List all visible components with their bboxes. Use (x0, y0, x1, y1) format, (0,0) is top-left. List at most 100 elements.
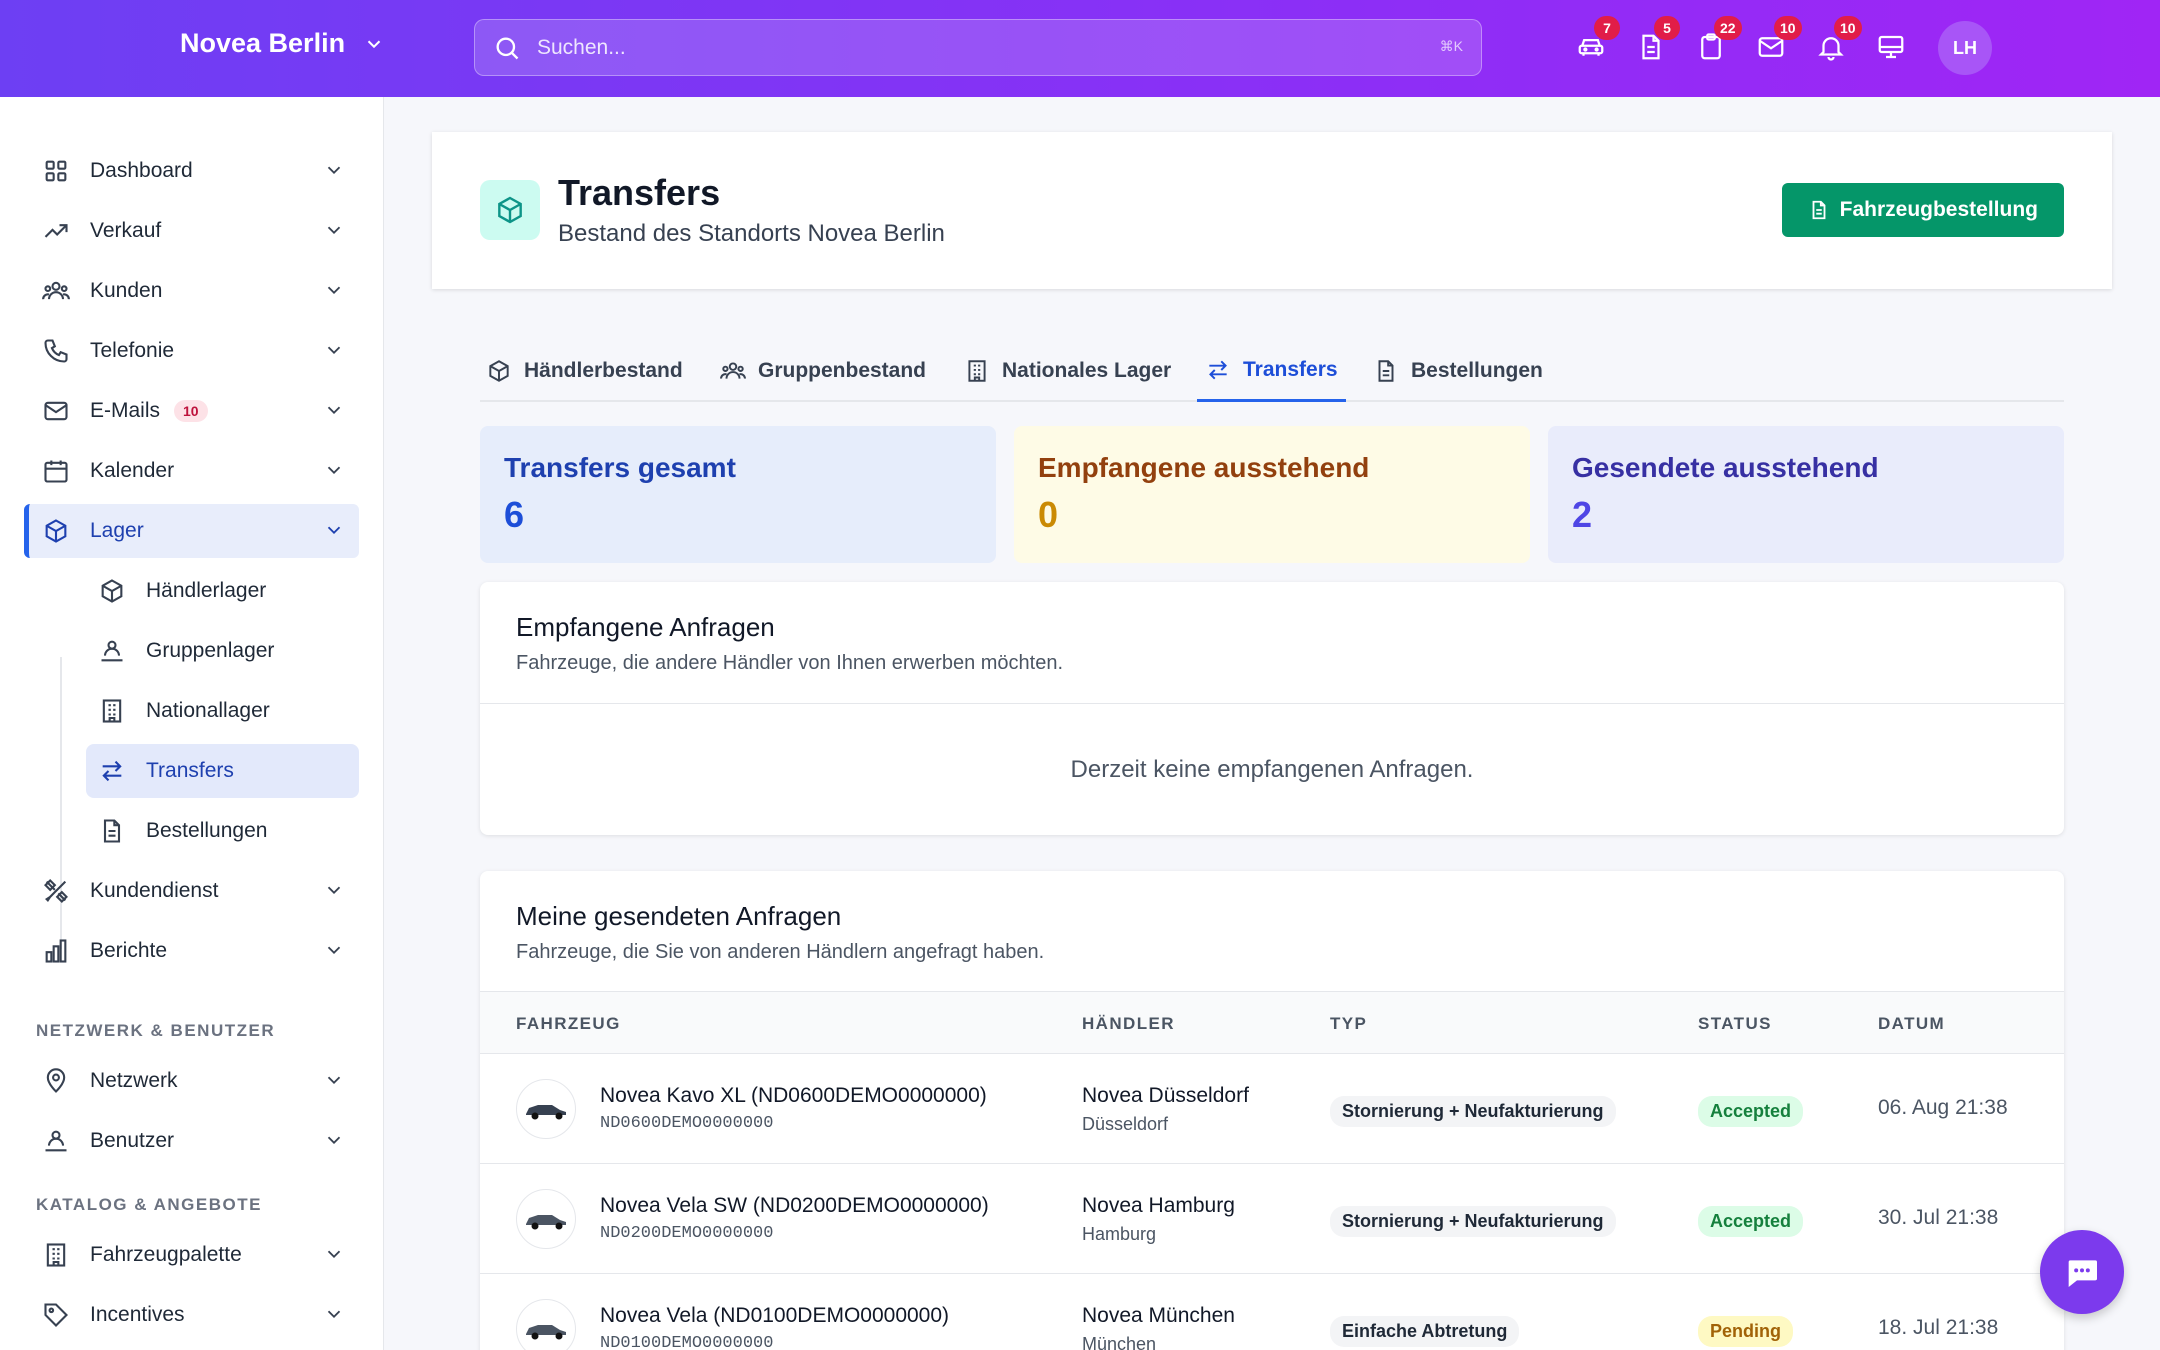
phone-icon (42, 337, 70, 365)
column-header: DATUM (1878, 1014, 1946, 1033)
empty-state: Derzeit keine empfangenen Anfragen. (1070, 756, 1474, 783)
sidebar-item-berichte[interactable]: Berichte (24, 924, 359, 978)
chat-button[interactable] (2040, 1230, 2124, 1314)
vehicles-badge: 7 (1594, 16, 1620, 40)
request-date: 30. Jul 21:38 (1878, 1206, 1999, 1229)
documents-badge: 5 (1654, 16, 1680, 40)
tag-icon (42, 1301, 70, 1329)
sidebar-item-dashboard[interactable]: Dashboard (24, 144, 359, 198)
card-title: Empfangene Anfragen (516, 612, 775, 642)
table-header: FAHRZEUG HÄNDLER TYP STATUS DATUM (480, 991, 2064, 1053)
sent-requests-card: Meine gesendeten Anfragen Fahrzeuge, die… (480, 871, 2064, 1350)
sidebar-item-fahrzeugpalette[interactable]: Fahrzeugpalette (24, 1228, 359, 1282)
submenu-item-nationallager[interactable]: Nationallager (86, 684, 359, 738)
sidebar-item-label: Berichte (90, 939, 168, 962)
search-input[interactable]: Suchen... (537, 36, 626, 60)
type-badge: Stornierung + Neufakturierung (1330, 1206, 1616, 1237)
chevron-down-icon (327, 946, 341, 955)
tasks-button[interactable]: 22 (1696, 16, 1742, 64)
sidebar-item-verkauf[interactable]: Verkauf (24, 204, 359, 258)
submenu-item-label: Bestellungen (146, 819, 268, 842)
sidebar-item-label: Kunden (90, 279, 163, 302)
sidebar: Dashboard Verkauf Kunden Telefonie E-Mai… (0, 97, 384, 1350)
sidebar-item-benutzer[interactable]: Benutzer (24, 1114, 359, 1168)
tab-label: Gruppenbestand (758, 359, 927, 382)
dealer-name: Novea Hamburg (1082, 1194, 1235, 1217)
arrows-icon (1209, 360, 1227, 379)
mail-button[interactable]: 10 (1756, 16, 1802, 64)
box-icon (98, 577, 126, 605)
sidebar-item-kalender[interactable]: Kalender (24, 444, 359, 498)
trending-up-icon (42, 217, 70, 245)
submenu-item-haendlerlager[interactable]: Händlerlager (86, 564, 359, 618)
sidebar-item-label: Incentives (90, 1303, 185, 1326)
sidebar-item-telefonie[interactable]: Telefonie (24, 324, 359, 378)
tab-bestellungen[interactable]: Bestellungen (1373, 340, 1543, 402)
sidebar-item-label: Netzwerk (90, 1069, 178, 1092)
stat-sent-pending: Gesendete ausstehend 2 (1548, 426, 2064, 563)
chevron-down-icon (327, 1250, 341, 1259)
documents-button[interactable]: 5 (1636, 16, 1680, 64)
arrows-icon (98, 757, 126, 785)
location-switcher[interactable]: Novea Berlin (180, 28, 385, 59)
submenu-item-label: Händlerlager (146, 579, 267, 602)
chevron-down-icon (327, 166, 341, 175)
submenu-item-label: Nationallager (146, 699, 270, 722)
sidebar-item-label: E-Mails (90, 399, 161, 422)
chevron-down-icon (327, 1076, 341, 1085)
box-icon (480, 180, 540, 240)
car-thumbnail (516, 1079, 576, 1139)
vehicle-name: Novea Vela (ND0100DEMO0000000) (600, 1304, 950, 1327)
tools-icon (42, 877, 70, 905)
chevron-down-icon (327, 1310, 341, 1319)
submenu-item-transfers[interactable]: Transfers (86, 744, 359, 798)
vehicles-button[interactable]: 7 (1576, 16, 1620, 64)
stat-label: Gesendete ausstehend (1572, 452, 1879, 483)
table-row[interactable]: Novea Vela (ND0100DEMO0000000) ND0100DEM… (480, 1273, 2064, 1350)
calendar-icon (42, 457, 70, 485)
chevron-down-icon (327, 346, 341, 355)
page-title: Transfers (558, 172, 721, 213)
submenu-item-gruppenlager[interactable]: Gruppenlager (86, 624, 359, 678)
sidebar-item-lager[interactable]: Lager (24, 504, 359, 558)
card-subtitle: Fahrzeuge, die andere Händler von Ihnen … (516, 652, 1064, 674)
display-button[interactable] (1876, 32, 1908, 64)
document-icon (98, 817, 126, 845)
notifications-badge: 10 (1834, 16, 1862, 40)
stat-label: Transfers gesamt (504, 452, 736, 483)
building-icon (42, 1241, 70, 1269)
submenu-item-bestellungen[interactable]: Bestellungen (86, 804, 359, 858)
sidebar-item-kundendienst[interactable]: Kundendienst (24, 864, 359, 918)
vehicle-order-button[interactable]: Fahrzeugbestellung (1781, 183, 2064, 237)
divider (480, 703, 2064, 704)
search-bar[interactable]: Suchen... ⌘K (474, 19, 1482, 76)
dealer-city: Düsseldorf (1082, 1114, 1169, 1134)
tab-gruppenbestand[interactable]: Gruppenbestand (720, 340, 926, 402)
sidebar-item-kunden[interactable]: Kunden (24, 264, 359, 318)
submenu-item-label: Gruppenlager (146, 639, 275, 662)
stat-transfers-total: Transfers gesamt 6 (480, 426, 996, 563)
avatar[interactable]: LH (1938, 21, 1992, 75)
mail-badge: 10 (1774, 16, 1802, 40)
table-row[interactable]: Novea Vela SW (ND0200DEMO0000000) ND0200… (480, 1163, 2064, 1273)
notifications-button[interactable]: 10 (1816, 16, 1862, 64)
tab-nationales-lager[interactable]: Nationales Lager (964, 340, 1171, 402)
sidebar-item-incentives[interactable]: Incentives (24, 1288, 359, 1342)
tab-haendlerbestand[interactable]: Händlerbestand (486, 340, 683, 402)
column-header: HÄNDLER (1082, 1014, 1175, 1033)
vehicle-order-label: Fahrzeugbestellung (1839, 198, 2038, 221)
dealer-city: München (1082, 1334, 1157, 1350)
sidebar-item-label: Verkauf (90, 219, 162, 242)
sidebar-item-label: Lager (90, 519, 144, 542)
sidebar-item-label: Telefonie (90, 339, 175, 362)
vehicle-name: Novea Vela SW (ND0200DEMO0000000) (600, 1194, 989, 1217)
sidebar-item-netzwerk[interactable]: Netzwerk (24, 1054, 359, 1108)
sidebar-item-emails[interactable]: E-Mails 10 (24, 384, 359, 438)
chevron-down-icon (327, 466, 341, 475)
received-requests-card: Empfangene Anfragen Fahrzeuge, die ander… (480, 582, 2064, 835)
location-name: Novea Berlin (180, 28, 346, 58)
tab-label: Händlerbestand (524, 359, 683, 382)
chart-icon (42, 937, 70, 965)
tab-transfers[interactable]: Transfers (1197, 340, 1346, 402)
table-row[interactable]: Novea Kavo XL (ND0600DEMO0000000) ND0600… (480, 1053, 2064, 1163)
